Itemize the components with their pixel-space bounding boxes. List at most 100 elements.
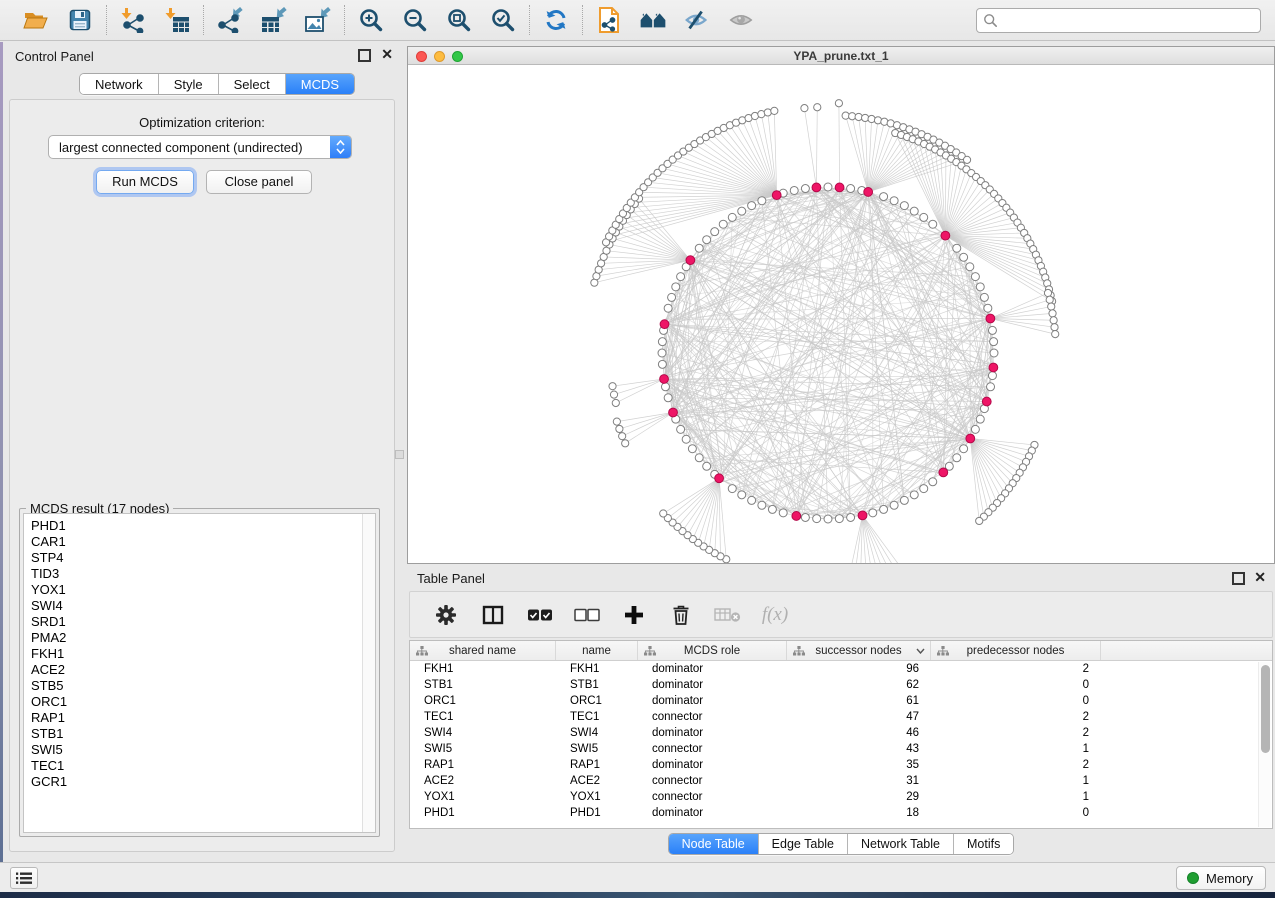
mcds-result-item[interactable]: SWI4: [31, 598, 375, 614]
mcds-node: [858, 511, 867, 520]
close-panel-button[interactable]: Close panel: [206, 170, 312, 194]
float-panel-icon[interactable]: [358, 49, 371, 62]
mcds-list-scrollbar[interactable]: [362, 514, 375, 832]
column-header-MCDS-role[interactable]: MCDS role: [638, 641, 787, 660]
table-tab-edge-table[interactable]: Edge Table: [758, 834, 847, 854]
table-tab-motifs[interactable]: Motifs: [953, 834, 1013, 854]
table-row[interactable]: FKH1FKH1dominator962: [410, 661, 1272, 677]
mcds-result-item[interactable]: SWI5: [31, 742, 375, 758]
mcds-result-item[interactable]: TEC1: [31, 758, 375, 774]
table-settings-button[interactable]: [432, 600, 460, 630]
delete-column-button[interactable]: [667, 600, 695, 630]
close-table-panel-icon[interactable]: ✕: [1254, 570, 1266, 585]
mcds-result-list[interactable]: PHD1CAR1STP4TID3YOX1SWI4SRD1PMA2FKH1ACE2…: [23, 513, 376, 833]
tab-mcds[interactable]: MCDS: [285, 74, 354, 94]
network-canvas[interactable]: [408, 65, 1274, 563]
float-table-panel-icon[interactable]: [1232, 572, 1245, 585]
select-all-button[interactable]: [526, 600, 554, 630]
network-node: [801, 513, 809, 521]
table-row[interactable]: ORC1ORC1dominator610: [410, 693, 1272, 709]
import-table-button[interactable]: [163, 6, 191, 34]
close-panel-icon[interactable]: ✕: [381, 47, 393, 62]
deselect-all-button[interactable]: [573, 600, 601, 630]
search-input[interactable]: [998, 13, 1254, 27]
mcds-result-item[interactable]: STP4: [31, 550, 375, 566]
network-window-titlebar[interactable]: YPA_prune.txt_1: [408, 47, 1274, 65]
refresh-layout-button[interactable]: [542, 6, 570, 34]
mcds-result-item[interactable]: PMA2: [31, 630, 375, 646]
export-network-button[interactable]: [216, 6, 244, 34]
zoom-in-button[interactable]: [357, 6, 385, 34]
network-nodes[interactable]: [591, 100, 1059, 563]
network-node: [963, 156, 970, 163]
mcds-result-item[interactable]: RAP1: [31, 710, 375, 726]
open-session-button[interactable]: [22, 6, 50, 34]
table-cell: dominator: [638, 679, 787, 691]
zoom-out-button[interactable]: [401, 6, 429, 34]
tab-select[interactable]: Select: [218, 74, 285, 94]
task-history-button[interactable]: [10, 867, 38, 889]
table-row[interactable]: SWI4SWI4dominator462: [410, 725, 1272, 741]
zoom-selected-button[interactable]: [489, 6, 517, 34]
mcds-result-item[interactable]: STB5: [31, 678, 375, 694]
column-header-name[interactable]: name: [556, 641, 638, 660]
network-node: [609, 383, 616, 390]
table-tab-node-table[interactable]: Node Table: [669, 834, 758, 854]
table-cell: 2: [931, 759, 1101, 771]
table-row[interactable]: YOX1YOX1connector291: [410, 789, 1272, 805]
table-scrollbar[interactable]: [1258, 662, 1271, 827]
function-builder-button[interactable]: f(x): [761, 600, 789, 630]
export-image-button[interactable]: [304, 6, 332, 34]
delete-table-button[interactable]: [714, 600, 742, 630]
network-from-selection-button[interactable]: [595, 6, 623, 34]
mcds-result-item[interactable]: GCR1: [31, 774, 375, 790]
tab-network[interactable]: Network: [80, 74, 158, 94]
table-row[interactable]: RAP1RAP1dominator352: [410, 757, 1272, 773]
export-table-icon: [260, 7, 288, 33]
zoom-fit-button[interactable]: [445, 6, 473, 34]
tab-style[interactable]: Style: [158, 74, 218, 94]
first-neighbors-button[interactable]: [639, 6, 667, 34]
network-view[interactable]: [408, 65, 1274, 563]
mcds-result-item[interactable]: FKH1: [31, 646, 375, 662]
table-cell: dominator: [638, 807, 787, 819]
save-session-button[interactable]: [66, 6, 94, 34]
table-row[interactable]: STB1STB1dominator620: [410, 677, 1272, 693]
table-tabs: Node TableEdge TableNetwork TableMotifs: [668, 833, 1015, 855]
mcds-result-item[interactable]: ORC1: [31, 694, 375, 710]
mcds-result-item[interactable]: CAR1: [31, 534, 375, 550]
mcds-result-item[interactable]: STB1: [31, 726, 375, 742]
table-scrollbar-thumb[interactable]: [1261, 665, 1270, 753]
create-column-button[interactable]: [620, 600, 648, 630]
mcds-result-item[interactable]: SRD1: [31, 614, 375, 630]
table-row[interactable]: ACE2ACE2connector311: [410, 773, 1272, 789]
open-folder-icon: [23, 8, 49, 32]
column-header-successor-nodes[interactable]: successor nodes: [787, 641, 931, 660]
optimization-criterion-select[interactable]: largest connected component (undirected): [48, 135, 352, 159]
mcds-node: [660, 320, 669, 329]
memory-button[interactable]: Memory: [1176, 866, 1266, 890]
table-row[interactable]: TEC1TEC1connector472: [410, 709, 1272, 725]
show-all-button[interactable]: [727, 6, 755, 34]
splitter-grip[interactable]: [395, 450, 404, 459]
import-network-button[interactable]: [119, 6, 147, 34]
mcds-result-item[interactable]: ACE2: [31, 662, 375, 678]
column-header-shared-name[interactable]: shared name: [410, 641, 556, 660]
mcds-result-item[interactable]: YOX1: [31, 582, 375, 598]
export-table-button[interactable]: [260, 6, 288, 34]
mcds-node: [982, 397, 991, 406]
network-node: [813, 515, 821, 523]
hide-selected-button[interactable]: [683, 6, 711, 34]
network-node: [976, 283, 984, 291]
mcds-result-item[interactable]: TID3: [31, 566, 375, 582]
table-row[interactable]: SWI5SWI5connector431: [410, 741, 1272, 757]
table-row[interactable]: PHD1PHD1dominator180: [410, 805, 1272, 821]
run-mcds-button[interactable]: Run MCDS: [96, 170, 194, 194]
column-header-predecessor-nodes[interactable]: predecessor nodes: [931, 641, 1101, 660]
table-tab-network-table[interactable]: Network Table: [847, 834, 953, 854]
search-field[interactable]: [976, 8, 1261, 33]
network-node: [764, 109, 771, 116]
mcds-result-item[interactable]: PHD1: [31, 518, 375, 534]
table-cell: ORC1: [410, 695, 556, 707]
show-columns-button[interactable]: [479, 600, 507, 630]
